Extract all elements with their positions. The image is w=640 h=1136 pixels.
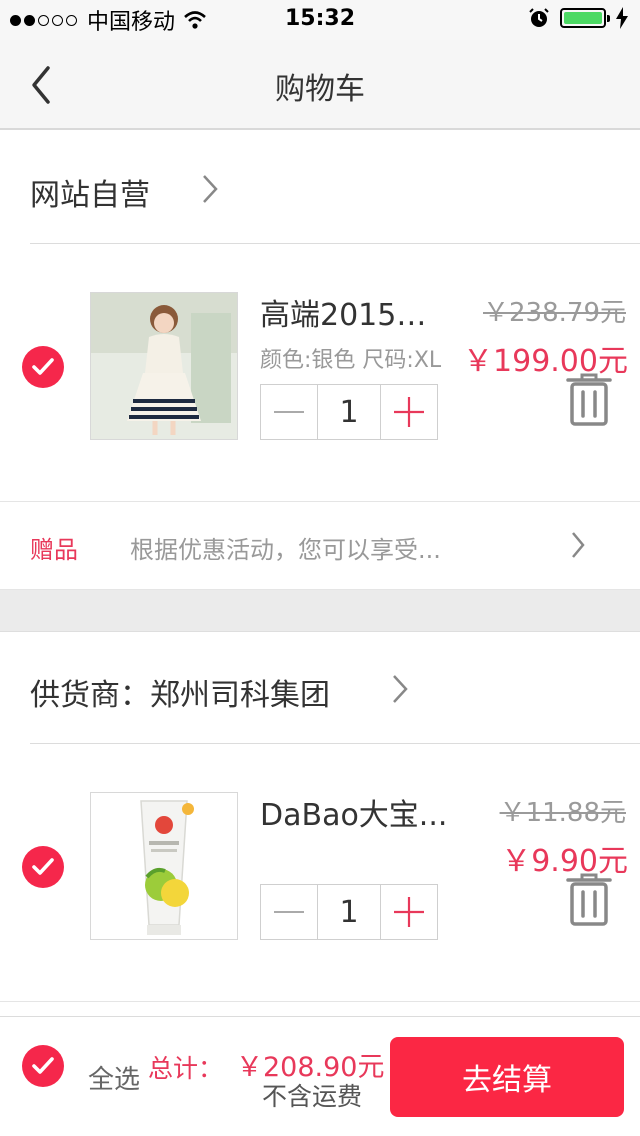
original-price: ￥238.79元 [483,298,626,328]
cart-content: 网站自营 高端2015夏... 颜色:银色 尺码:XL 1 ￥238.79元 ￥… [0,132,640,1002]
minus-icon [274,911,304,913]
product-image-cream[interactable] [90,792,238,940]
select-all-label[interactable]: 全选 [88,1059,140,1096]
checkout-bar: 全选 总计： ￥208.90元 不含运费 去结算 [0,1016,640,1136]
product-name[interactable]: DaBao大宝... [260,790,450,834]
store-header-self-operated[interactable]: 网站自营 [30,132,640,244]
increase-button[interactable] [381,385,437,439]
section-divider [0,590,640,632]
checkout-button[interactable]: 去结算 [390,1037,624,1117]
nav-bar: 购物车 [0,40,640,130]
trash-icon[interactable] [566,872,612,926]
total-label: 总计： [148,1054,224,1083]
quantity-value[interactable]: 1 [317,885,381,939]
store-header-supplier[interactable]: 供货商：郑州司科集团 [30,632,640,744]
quantity-value[interactable]: 1 [317,385,381,439]
store-name: 网站自营 [30,178,150,213]
chevron-right-icon [393,675,408,703]
increase-button[interactable] [381,885,437,939]
product-image-dress[interactable] [90,292,238,440]
checkmark-icon [32,858,54,875]
status-right [528,7,628,29]
quantity-stepper: 1 [260,884,438,940]
checkmark-icon [32,358,54,375]
store-name: 供货商：郑州司科集团 [30,678,330,713]
product-name[interactable]: 高端2015夏... [260,290,450,334]
charging-icon [616,7,628,29]
item-checkbox[interactable] [22,846,64,888]
decrease-button[interactable] [261,885,317,939]
minus-icon [274,411,304,413]
cart-item: DaBao大宝... 1 ￥11.88元 ￥9.90元 [0,744,640,1002]
product-spec: 颜色:银色 尺码:XL [260,348,442,373]
page-title: 购物车 [275,72,365,107]
plus-icon [394,897,424,927]
status-bar: 中国移动 15:32 [0,0,640,40]
shipping-note: 不含运费 [262,1082,363,1111]
plus-icon [394,397,424,427]
trash-icon[interactable] [566,372,612,426]
gift-description: 根据优惠活动，您可以享受... [130,536,441,564]
select-all-checkbox[interactable] [22,1045,64,1087]
original-price: ￥11.88元 [499,798,626,828]
cart-item: 高端2015夏... 颜色:银色 尺码:XL 1 ￥238.79元 ￥199.0… [0,244,640,502]
chevron-right-icon [203,175,218,203]
battery-icon [560,8,610,28]
gift-row[interactable]: 赠品 根据优惠活动，您可以享受... [0,502,640,590]
checkmark-icon [32,1057,54,1074]
chevron-right-icon [572,532,585,558]
gift-tag: 赠品 [30,536,78,564]
quantity-stepper: 1 [260,384,438,440]
decrease-button[interactable] [261,385,317,439]
item-checkbox[interactable] [22,346,64,388]
alarm-icon [529,8,549,27]
